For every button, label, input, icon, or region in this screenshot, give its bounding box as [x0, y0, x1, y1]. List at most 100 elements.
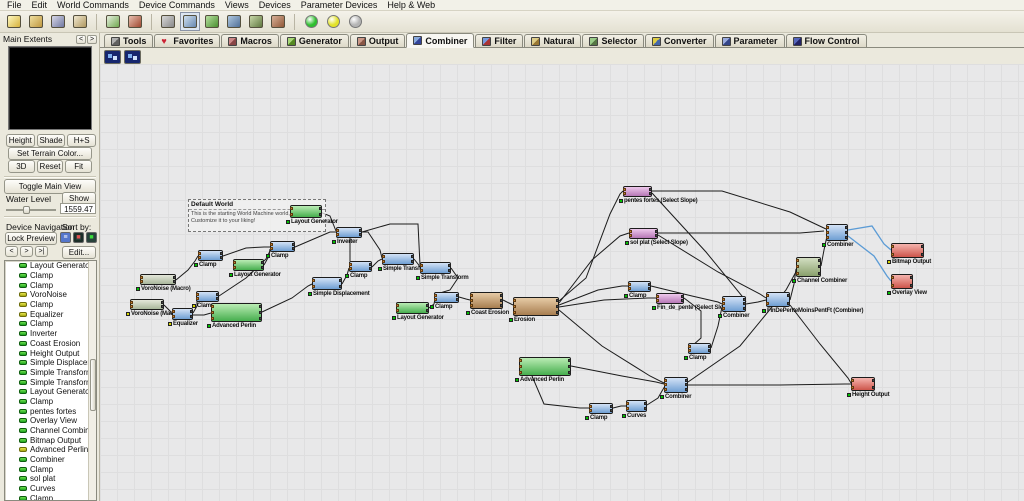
output-port[interactable]: [681, 295, 684, 298]
input-port[interactable]: [623, 188, 626, 191]
view-3d-button[interactable]: 3D: [8, 160, 35, 173]
water-level-value[interactable]: 1559.47: [60, 203, 96, 214]
output-port[interactable]: [173, 280, 176, 283]
sort-type-icon[interactable]: ■: [73, 232, 84, 243]
output-port[interactable]: [568, 359, 571, 362]
input-port[interactable]: [130, 301, 133, 304]
input-port[interactable]: [270, 247, 273, 250]
output-port[interactable]: [456, 294, 459, 297]
input-port[interactable]: [434, 294, 437, 297]
output-port[interactable]: [649, 188, 652, 191]
input-port[interactable]: [172, 315, 175, 318]
input-port[interactable]: [664, 379, 667, 382]
output-port[interactable]: [448, 264, 451, 267]
node-sol-plat-select-slope[interactable]: [629, 228, 658, 239]
input-port[interactable]: [628, 283, 631, 286]
tree-item-simple-displacement[interactable]: Simple Displacement: [5, 358, 96, 368]
input-port[interactable]: [688, 345, 691, 348]
node-simple-transform[interactable]: [382, 253, 414, 265]
input-port[interactable]: [349, 263, 352, 266]
tab-flow-control[interactable]: Flow Control: [785, 34, 867, 47]
chooser-device-button[interactable]: [124, 49, 141, 64]
build-machine-button[interactable]: [158, 12, 178, 31]
output-port[interactable]: [708, 345, 711, 348]
output-port[interactable]: [456, 298, 459, 301]
menu-edit[interactable]: Edit: [27, 0, 53, 10]
node-curves[interactable]: [626, 400, 647, 412]
menu-help-web[interactable]: Help & Web: [382, 0, 440, 10]
menu-device-commands[interactable]: Device Commands: [134, 0, 220, 10]
input-port[interactable]: [688, 349, 691, 352]
tree-item-simple-transform[interactable]: Simple Transform: [5, 368, 96, 378]
edit-device-button[interactable]: Edit...: [62, 246, 96, 259]
output-port[interactable]: [339, 279, 342, 282]
node-height-output[interactable]: [851, 377, 875, 391]
tab-combiner[interactable]: Combiner: [406, 33, 475, 48]
output-port[interactable]: [369, 267, 372, 270]
input-port[interactable]: [290, 213, 293, 216]
tree-item-channel-combiner[interactable]: Channel Combiner: [5, 426, 96, 436]
node-coast-erosion[interactable]: [470, 292, 503, 309]
input-port[interactable]: [519, 371, 522, 374]
output-port[interactable]: [610, 405, 613, 408]
node-channel-combiner[interactable]: [796, 257, 821, 277]
output-port[interactable]: [292, 247, 295, 250]
input-port[interactable]: [196, 297, 199, 300]
output-port[interactable]: [743, 302, 746, 305]
node-pentes-fortes-select-slope[interactable]: [623, 186, 652, 197]
input-port[interactable]: [766, 294, 769, 297]
device-workview-button[interactable]: [180, 12, 200, 31]
tree-item-clamp[interactable]: Clamp: [5, 494, 96, 500]
fit-button[interactable]: Fit: [65, 160, 93, 173]
output-port[interactable]: [649, 192, 652, 195]
input-port[interactable]: [851, 379, 854, 382]
input-port[interactable]: [796, 259, 799, 262]
output-port[interactable]: [369, 263, 372, 266]
output-port[interactable]: [681, 299, 684, 302]
tab-favorites[interactable]: ♥ Favorites: [154, 34, 221, 47]
output-port[interactable]: [648, 287, 651, 290]
input-port[interactable]: [722, 307, 725, 310]
input-port[interactable]: [826, 236, 829, 239]
tab-natural[interactable]: Natural: [524, 34, 582, 47]
node-fin-de-pente-select-slope[interactable]: [656, 293, 684, 304]
tree-item-clamp[interactable]: Clamp: [5, 464, 96, 474]
output-port[interactable]: [359, 229, 362, 232]
input-port[interactable]: [336, 229, 339, 232]
output-port[interactable]: [644, 402, 647, 405]
input-port[interactable]: [211, 311, 214, 314]
node-erosion[interactable]: [513, 297, 559, 316]
tree-item-clamp[interactable]: Clamp: [5, 300, 96, 310]
tab-filter[interactable]: Filter: [475, 34, 524, 47]
node-overlay-view[interactable]: [891, 274, 913, 289]
output-port[interactable]: [787, 294, 790, 297]
node-equalizer[interactable]: [172, 308, 193, 320]
node-combiner[interactable]: [826, 224, 848, 241]
input-port[interactable]: [513, 299, 516, 302]
output-port[interactable]: [910, 284, 913, 287]
texture-view-button[interactable]: [268, 12, 288, 31]
input-port[interactable]: [172, 310, 175, 313]
input-port[interactable]: [656, 299, 659, 302]
tab-tools[interactable]: Tools: [104, 34, 154, 47]
menu-file[interactable]: File: [2, 0, 27, 10]
node-simple-transform[interactable]: [420, 262, 451, 274]
save-world-button[interactable]: [48, 12, 68, 31]
sort-list-icon[interactable]: ≡: [60, 232, 71, 243]
output-port[interactable]: [411, 260, 414, 263]
tree-item-bitmap-output[interactable]: Bitmap Output: [5, 435, 96, 445]
input-port[interactable]: [626, 402, 629, 405]
output-port[interactable]: [339, 285, 342, 288]
status-partial-light[interactable]: [323, 12, 343, 31]
input-port[interactable]: [796, 272, 799, 275]
node-layout-generator[interactable]: [290, 205, 322, 218]
input-port[interactable]: [513, 311, 516, 314]
output-port[interactable]: [910, 276, 913, 279]
output-port[interactable]: [568, 365, 571, 368]
input-port[interactable]: [826, 231, 829, 234]
input-port[interactable]: [851, 386, 854, 389]
node-clamp[interactable]: [198, 250, 223, 261]
extents-next-button[interactable]: >: [87, 34, 97, 44]
node-voronoise-macro[interactable]: [130, 299, 164, 310]
input-port[interactable]: [513, 305, 516, 308]
